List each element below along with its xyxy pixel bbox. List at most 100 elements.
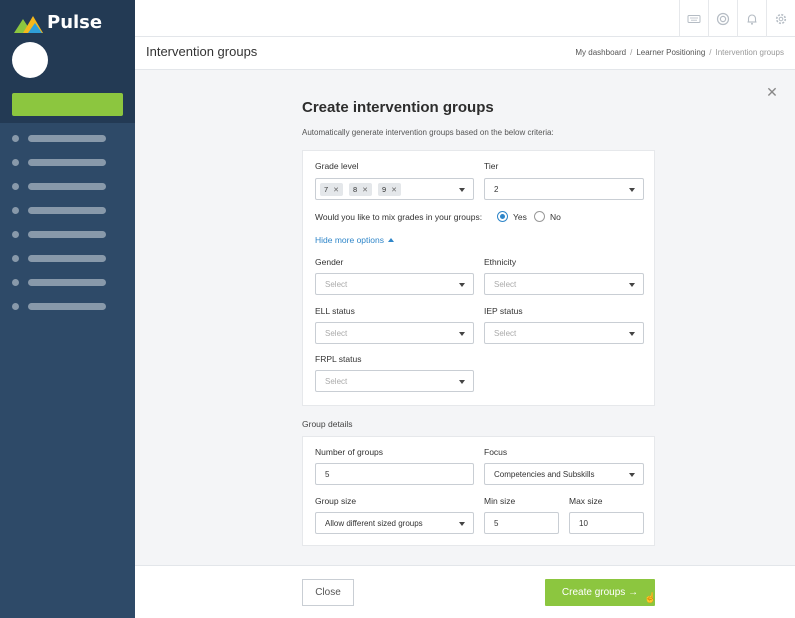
ethnicity-label: Ethnicity [484,257,517,267]
sidebar-item[interactable] [0,157,135,181]
focus-select[interactable]: Competencies and Subskills [484,463,644,485]
sidebar-item-placeholder [28,159,106,166]
brand-name: Pulse [47,12,103,33]
chevron-down-icon [459,188,465,192]
group-size-select[interactable]: Allow different sized groups [315,512,474,534]
bullet-icon [12,255,19,262]
grade-chip-label: 8 [353,185,358,194]
radio-selected-icon [497,211,508,222]
close-icon[interactable]: ✕ [766,85,778,99]
mix-no-radio[interactable]: No [534,211,561,222]
avatar[interactable] [12,42,48,78]
frpl-status-label: FRPL status [315,354,362,364]
bullet-icon [12,159,19,166]
modal-subtitle: Automatically generate intervention grou… [302,128,554,137]
grade-chip: 9 ✕ [378,183,402,196]
remove-chip-icon[interactable]: ✕ [362,186,368,194]
breadcrumb-separator: / [630,48,633,57]
modal-title: Create intervention groups [302,99,494,116]
min-size-label: Min size [484,496,516,506]
select-placeholder: Select [325,329,348,338]
frpl-status-select[interactable]: Select [315,370,474,392]
group-details-card: Number of groups 5 Focus Competencies an… [302,436,655,546]
sidebar-item[interactable] [0,253,135,277]
focus-label: Focus [484,447,508,457]
mix-yes-radio[interactable]: Yes [497,211,527,222]
select-placeholder: Select [494,329,517,338]
ell-status-select[interactable]: Select [315,322,474,344]
chevron-down-icon [629,332,635,336]
sidebar-item[interactable] [0,181,135,205]
max-size-input[interactable]: 10 [569,512,644,534]
sidebar-item-placeholder [28,255,106,262]
grade-chip: 8 ✕ [349,183,373,196]
breadcrumb-item[interactable]: Learner Positioning [636,48,705,57]
chevron-down-icon [629,473,635,477]
sidebar-item[interactable] [0,133,135,157]
create-groups-button[interactable]: Create groups → [545,579,655,606]
link-label: Hide more options [315,235,384,245]
bullet-icon [12,135,19,142]
breadcrumb-item[interactable]: My dashboard [575,48,626,57]
gear-icon[interactable] [766,0,795,37]
bullet-icon [12,303,19,310]
gender-select[interactable]: Select [315,273,474,295]
page-header: Intervention groups My dashboard / Learn… [135,37,795,70]
breadcrumb: My dashboard / Learner Positioning / Int… [575,48,784,57]
bullet-icon [12,183,19,190]
max-size-label: Max size [569,496,603,506]
number-of-groups-label: Number of groups [315,447,384,457]
bell-icon[interactable] [737,0,766,37]
breadcrumb-current: Intervention groups [715,48,785,57]
sidebar-item-placeholder [28,207,106,214]
gender-label: Gender [315,257,344,267]
create-groups-modal: ✕ Create intervention groups Automatical… [135,70,795,565]
min-size-input[interactable]: 5 [484,512,559,534]
iep-status-select[interactable]: Select [484,322,644,344]
chevron-down-icon [459,380,465,384]
keyboard-icon[interactable] [679,0,708,37]
chevron-down-icon [629,188,635,192]
ell-status-label: ELL status [315,306,355,316]
bullet-icon [12,279,19,286]
group-size-value: Allow different sized groups [325,519,423,528]
sidebar-item-placeholder [28,303,106,310]
sidebar-item[interactable] [0,277,135,301]
ethnicity-select[interactable]: Select [484,273,644,295]
tier-select[interactable]: 2 [484,178,644,200]
grade-level-label: Grade level [315,161,359,171]
breadcrumb-separator: / [709,48,712,57]
close-button[interactable]: Close [302,579,354,606]
select-placeholder: Select [494,280,517,289]
mix-grades-question: Would you like to mix grades in your gro… [315,212,483,222]
chevron-down-icon [629,283,635,287]
sidebar-item[interactable] [0,205,135,229]
remove-chip-icon[interactable]: ✕ [391,186,397,194]
sidebar-action-button[interactable] [12,93,123,116]
chevron-down-icon [459,283,465,287]
grade-level-select[interactable]: 7 ✕ 8 ✕ 9 ✕ [315,178,474,200]
input-value: 5 [325,470,330,479]
group-size-label: Group size [315,496,357,506]
lifebuoy-icon[interactable] [708,0,737,37]
sidebar-item-placeholder [28,279,106,286]
remove-chip-icon[interactable]: ✕ [333,186,339,194]
hand-cursor-icon: ☝ [644,593,657,604]
hide-more-options-link[interactable]: Hide more options [315,235,394,245]
radio-unselected-icon [534,211,545,222]
chevron-down-icon [459,522,465,526]
sidebar-item[interactable] [0,301,135,325]
top-icons [679,0,795,37]
number-of-groups-input[interactable]: 5 [315,463,474,485]
chevron-down-icon [459,332,465,336]
pulse-logo-icon [14,13,43,33]
modal-footer: Close Create groups → ☝ [135,565,795,618]
group-details-heading: Group details [302,419,353,429]
top-bar [135,0,795,37]
brand[interactable]: Pulse [14,12,102,33]
sidebar-header: Pulse [0,0,135,123]
select-placeholder: Select [325,377,348,386]
radio-label: Yes [513,211,527,222]
tier-label: Tier [484,161,499,171]
sidebar-item[interactable] [0,229,135,253]
